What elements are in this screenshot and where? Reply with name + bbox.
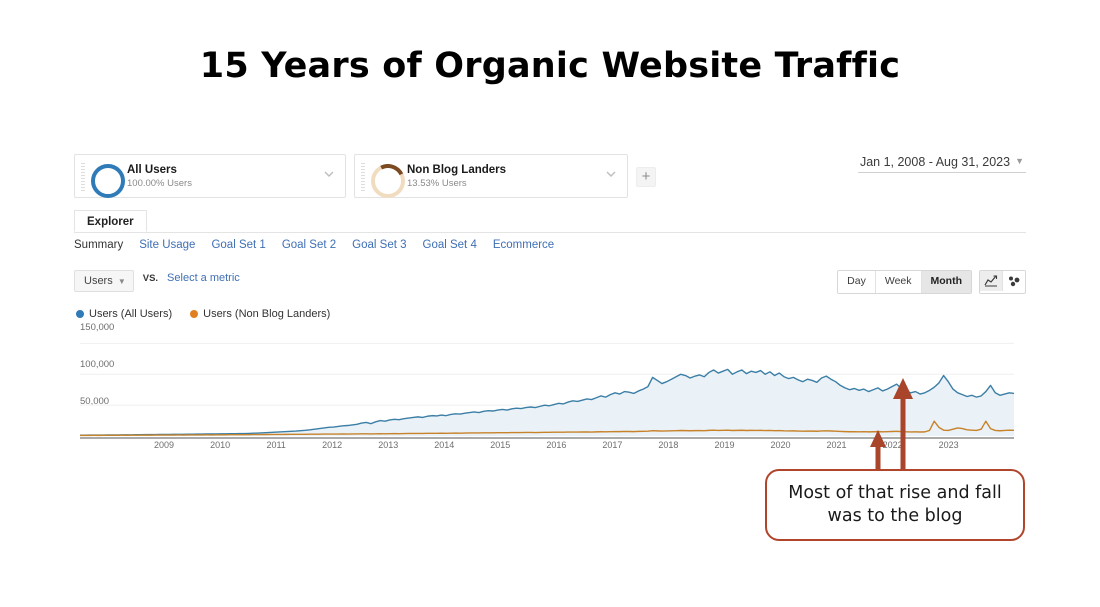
select-a-metric-link[interactable]: Select a metric (167, 272, 240, 284)
chevron-down-icon: ▼ (117, 277, 126, 286)
donut-chart-icon (91, 164, 125, 198)
segment-card-text: All Users 100.00% Users (127, 163, 192, 190)
analytics-report-panel: All Users 100.00% Users Non Blog Landers… (74, 150, 1026, 470)
subtab-site-usage[interactable]: Site Usage (139, 239, 195, 251)
segment-name: Non Blog Landers (407, 164, 507, 176)
x-axis-tick-2010: 2010 (210, 440, 231, 450)
page-title: 15 Years of Organic Website Traffic (199, 46, 901, 86)
legend-label: Users (Non Blog Landers) (203, 308, 331, 320)
chart-type-group (979, 270, 1026, 294)
chevron-down-icon: ▼ (1015, 156, 1024, 166)
vs-label: VS. (142, 273, 159, 284)
x-axis-tick-2021: 2021 (826, 440, 847, 450)
x-axis-tick-2012: 2012 (322, 440, 343, 450)
tab-explorer[interactable]: Explorer (74, 210, 147, 232)
granularity-toggle-group: Day Week Month (837, 270, 972, 294)
x-axis-tick-2011: 2011 (266, 440, 286, 450)
donut-arc-segment (366, 159, 410, 203)
legend-dot-icon (76, 310, 84, 318)
metric-selector-row: Users ▼ VS. Select a metric (74, 270, 240, 294)
x-axis-tick-2019: 2019 (714, 440, 735, 450)
segment-percent: 13.53% Users (407, 178, 467, 189)
add-segment-button[interactable]: + (636, 167, 656, 187)
metric-select[interactable]: Users ▼ (74, 270, 134, 292)
segment-bar: All Users 100.00% Users Non Blog Landers… (74, 150, 1026, 203)
x-axis-tick-2023: 2023 (938, 440, 959, 450)
subtab-summary[interactable]: Summary (74, 239, 123, 251)
segment-card-all-users[interactable]: All Users 100.00% Users (74, 154, 346, 198)
x-axis-tick-2020: 2020 (770, 440, 791, 450)
x-axis-tick-2009: 2009 (154, 440, 175, 450)
sub-tab-bar: Summary Site Usage Goal Set 1 Goal Set 2 Goa… (74, 239, 570, 259)
line-chart-icon[interactable] (980, 271, 1003, 291)
donut-chart-icon (366, 159, 410, 203)
subtab-ecommerce[interactable]: Ecommerce (493, 239, 554, 251)
chevron-down-icon[interactable] (605, 168, 617, 180)
granularity-day[interactable]: Day (838, 271, 876, 293)
legend-label: Users (All Users) (89, 308, 173, 320)
x-axis-tick-2013: 2013 (378, 440, 399, 450)
granularity-week[interactable]: Week (875, 271, 922, 293)
drag-handle-icon[interactable] (361, 163, 365, 191)
traffic-line-chart[interactable]: 150,000 100,000 50,000 (74, 322, 1019, 448)
subtab-goal-set-3[interactable]: Goal Set 3 (352, 239, 406, 251)
segment-card-non-blog-landers[interactable]: Non Blog Landers 13.53% Users (354, 154, 628, 203)
x-axis-tick-2022: 2022 (882, 440, 903, 450)
callout-text: Most of that rise and fall was to the bl… (788, 483, 1002, 526)
subtab-goal-set-1[interactable]: Goal Set 1 (211, 239, 265, 251)
x-axis-labels: 2009 2010 2011 2012 2013 2014 2015 2016 2017 2018… (74, 440, 1026, 456)
segment-card-text: Non Blog Landers 13.53% Users (407, 163, 506, 190)
legend-item-non-blog-landers[interactable]: Users (Non Blog Landers) (190, 308, 330, 320)
date-range-label: Jan 1, 2008 - Aug 31, 2023 (859, 155, 1011, 169)
chevron-down-icon[interactable] (323, 168, 335, 180)
tab-strip: Explorer (74, 210, 1026, 233)
metric-select-value: Users (84, 275, 113, 287)
chart-legend: Users (All Users) Users (Non Blog Landers… (76, 308, 348, 320)
granularity-month[interactable]: Month (921, 271, 971, 293)
motion-chart-icon[interactable] (1003, 271, 1025, 291)
drag-handle-icon[interactable] (81, 163, 85, 191)
date-range-picker[interactable]: Jan 1, 2008 - Aug 31, 2023 ▼ (857, 155, 1026, 173)
x-axis-tick-2015: 2015 (490, 440, 511, 450)
segment-name: All Users (127, 164, 177, 176)
x-axis-tick-2014: 2014 (434, 440, 455, 450)
chart-plot-svg (79, 342, 1015, 439)
subtab-goal-set-4[interactable]: Goal Set 4 (423, 239, 477, 251)
subtab-goal-set-2[interactable]: Goal Set 2 (282, 239, 336, 251)
segment-percent: 100.00% Users (127, 178, 192, 189)
x-axis-tick-2016: 2016 (546, 440, 567, 450)
callout-box: Most of that rise and fall was to the bl… (765, 469, 1025, 541)
legend-item-all-users[interactable]: Users (All Users) (76, 308, 172, 320)
x-axis-tick-2017: 2017 (602, 440, 623, 450)
x-axis-tick-2018: 2018 (658, 440, 679, 450)
legend-dot-icon (190, 310, 199, 318)
